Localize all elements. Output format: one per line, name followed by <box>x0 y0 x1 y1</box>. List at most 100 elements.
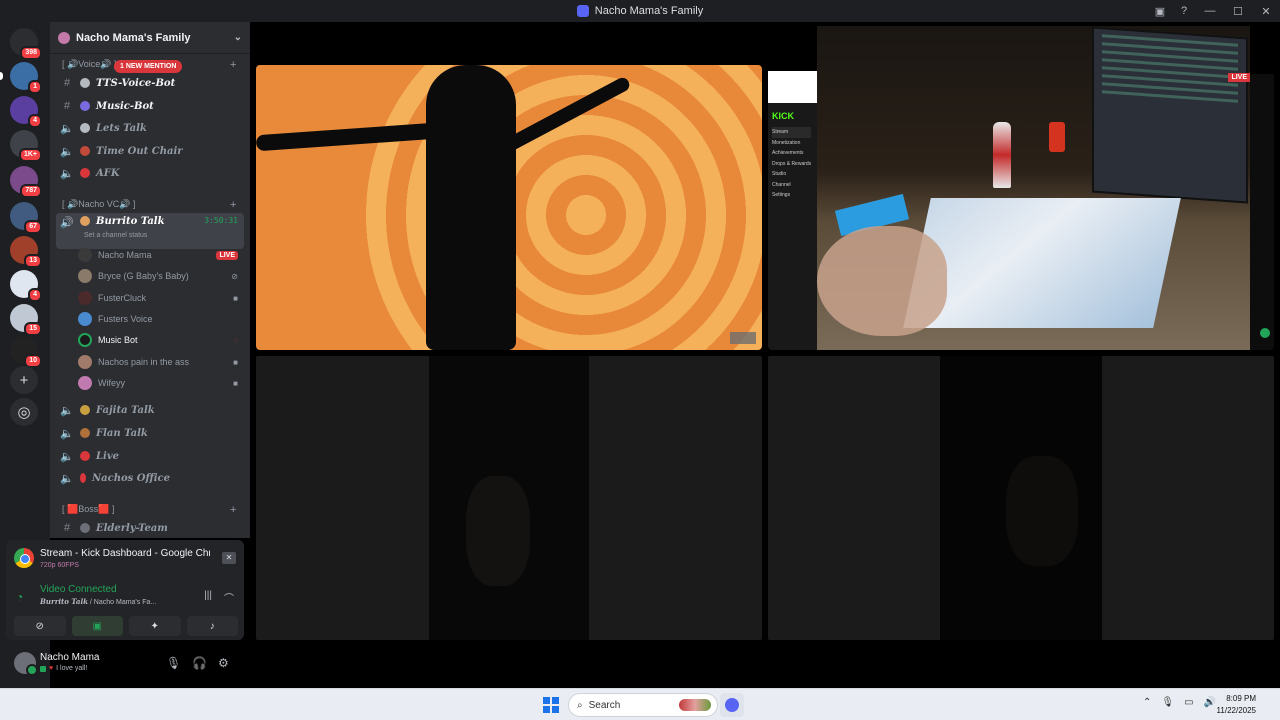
guild-icon <box>58 31 70 44</box>
title-bar: Nacho Mama's Family ▣ ? — ☐ ✕ <box>0 0 1280 22</box>
windows-start-icon[interactable] <box>543 697 559 713</box>
chrome-icon <box>14 548 34 568</box>
discord-logo-icon <box>576 5 589 17</box>
speaker-emoji-icon <box>80 123 90 133</box>
channel-burrito-talk[interactable]: 🔊 Burrito Talk 3:50:31 Set a channel sta… <box>56 213 244 249</box>
screen-share-icon[interactable]: ▣ <box>1148 5 1172 18</box>
video-camera-icon: ■ <box>233 293 238 303</box>
minimize-button[interactable]: — <box>1196 5 1224 17</box>
explore-servers-icon[interactable]: ◎ <box>10 398 38 426</box>
soundboard-button[interactable]: ♪ <box>186 616 238 636</box>
channel-lets-talk[interactable]: 🔈 Lets Talk <box>56 118 244 138</box>
screen-share-button[interactable]: ▣ <box>71 616 123 636</box>
channel-tts[interactable]: # TTS-Voice-Bot <box>56 73 244 93</box>
voice-user[interactable]: Nachos pain in the ass ■ <box>78 352 242 372</box>
server-icon[interactable]: 1K+ <box>10 130 42 162</box>
avatar <box>78 269 92 283</box>
stream-quality: 720p 60FPS <box>40 562 79 569</box>
username[interactable]: Nacho Mama <box>40 652 99 663</box>
channel-time-out[interactable]: 🔈 Time Out Chair <box>56 141 244 161</box>
video-tile-camera[interactable] <box>256 356 762 640</box>
kick-logo: KICK <box>772 111 794 121</box>
server-icon[interactable]: 67 <box>10 202 42 234</box>
channel-status[interactable]: Set a channel status <box>84 232 147 239</box>
microphone-icon[interactable]: 🎙 <box>166 656 181 670</box>
text-channel-icon: # <box>63 522 71 534</box>
category-nacho-vc[interactable]: [ 🔊Nacho VC🔊 ] + <box>62 199 236 211</box>
network-icon[interactable]: ▭ <box>1184 697 1193 708</box>
close-button[interactable]: ✕ <box>1252 5 1280 18</box>
server-icon[interactable]: 787 <box>10 166 42 198</box>
music-note-icon <box>80 101 90 111</box>
voice-user[interactable]: Bryce (G Baby's Baby) ⊘ <box>78 266 242 286</box>
add-channel-icon[interactable]: + <box>230 504 236 516</box>
help-icon[interactable]: ? <box>1172 5 1196 17</box>
category-voice[interactable]: [ 🔊Voice🔊 ] + <box>62 59 236 71</box>
server-icon[interactable]: 4 <box>10 96 42 128</box>
server-icon[interactable]: 4 <box>10 270 42 302</box>
video-tile-screen-share[interactable] <box>256 65 762 350</box>
speaker-icon: 🔈 <box>60 427 74 440</box>
chevron-up-icon[interactable]: ⌃ <box>1143 697 1151 708</box>
connection-status: Video Connected <box>40 584 117 595</box>
category-boss[interactable]: [ 🟥Boss🟥 ] + <box>62 504 236 516</box>
activities-button[interactable]: ✦ <box>129 616 181 636</box>
side-panel <box>1250 74 1274 350</box>
channel-flan[interactable]: 🔈 Flan Talk <box>56 423 244 443</box>
add-channel-icon[interactable]: + <box>230 199 236 211</box>
voice-user[interactable]: Music Bot ◌ <box>78 330 242 350</box>
video-tile-stream[interactable]: KICK Stream Monetization Achievements Dr… <box>768 26 1274 350</box>
flan-emoji-icon <box>80 428 90 438</box>
channel-nachos-office[interactable]: 🔈 Nachos Office <box>56 468 244 488</box>
participant-video <box>1006 456 1078 566</box>
clock[interactable]: 8:09 PM 11/22/2025 <box>1217 693 1256 717</box>
noise-suppression-icon[interactable]: ||| <box>204 590 212 605</box>
disconnect-icon[interactable]: ⌒ <box>224 590 234 605</box>
channel-fajita[interactable]: 🔈 Fajita Talk <box>56 400 244 420</box>
volume-icon[interactable]: 🔊 <box>1204 697 1216 708</box>
server-icon[interactable]: 15 <box>10 304 42 336</box>
voice-user[interactable]: Fusters Voice <box>78 309 242 329</box>
stream-title: Stream - Kick Dashboard - Google Chrome <box>40 548 210 559</box>
signal-icon[interactable]: ◔ <box>16 590 23 604</box>
camera-off-button[interactable]: ⊘ <box>14 616 66 636</box>
video-tile-camera[interactable] <box>768 356 1274 640</box>
microphone-icon[interactable]: 🎙 <box>1161 697 1174 708</box>
add-server-icon[interactable]: + <box>10 366 38 394</box>
stop-stream-button[interactable]: ✕ <box>222 552 236 564</box>
avatar <box>78 376 92 390</box>
settings-gear-icon[interactable]: ⚙ <box>218 656 229 670</box>
stream-info[interactable]: Stream - Kick Dashboard - Google Chrome … <box>14 546 238 572</box>
voice-user[interactable]: Wifeyy ■ <box>78 373 242 393</box>
headphones-icon[interactable]: 🎧 <box>192 656 207 670</box>
avatar[interactable] <box>14 652 38 676</box>
channel-afk[interactable]: 🔈 AFK <box>56 163 244 183</box>
voice-user[interactable]: FusterCluck ■ <box>78 288 242 308</box>
new-mention-badge[interactable]: 1 NEW MENTION <box>114 60 183 73</box>
discord-taskbar-icon[interactable] <box>720 693 744 717</box>
server-icon[interactable]: 13 <box>10 236 42 268</box>
participant-video <box>466 476 530 586</box>
add-channel-icon[interactable]: + <box>230 59 236 71</box>
maximize-button[interactable]: ☐ <box>1224 5 1252 18</box>
video-stage: KICK Stream Monetization Achievements Dr… <box>250 22 1280 688</box>
connected-channel[interactable]: Burrito Talk / Nacho Mama's Fa... <box>40 597 156 606</box>
user-panel: Nacho Mama ♥ I love yall! 🎙 🎧 ⚙ <box>6 646 244 682</box>
channel-music-bot[interactable]: # Music-Bot <box>56 96 244 116</box>
video-frame <box>426 65 516 350</box>
channel-live[interactable]: 🔈 Live <box>56 446 244 466</box>
chevron-down-icon: ⌄ <box>233 32 242 43</box>
taskbar-search[interactable]: ⌕ Search <box>568 693 718 717</box>
channel-elderly-team[interactable]: # Elderly-Team <box>56 518 244 538</box>
server-icon[interactable]: 10 <box>10 336 42 368</box>
emoji-icon <box>80 523 90 533</box>
speaker-icon: 🔈 <box>60 472 74 485</box>
speaker-active-icon: 🔊 <box>60 217 74 229</box>
guild-header[interactable]: Nacho Mama's Family ⌄ <box>50 22 250 54</box>
direct-messages-icon[interactable]: 398 <box>10 28 42 60</box>
voice-user[interactable]: Nacho Mama LIVE <box>78 245 242 265</box>
server-icon[interactable]: 1 <box>10 62 42 94</box>
search-icon: ⌕ <box>577 699 583 711</box>
taskbar: ⌕ Search ⌃ 🎙 ▭ 🔊 8:09 PM 11/22/2025 <box>0 688 1280 720</box>
video-camera-icon: ■ <box>233 357 238 367</box>
